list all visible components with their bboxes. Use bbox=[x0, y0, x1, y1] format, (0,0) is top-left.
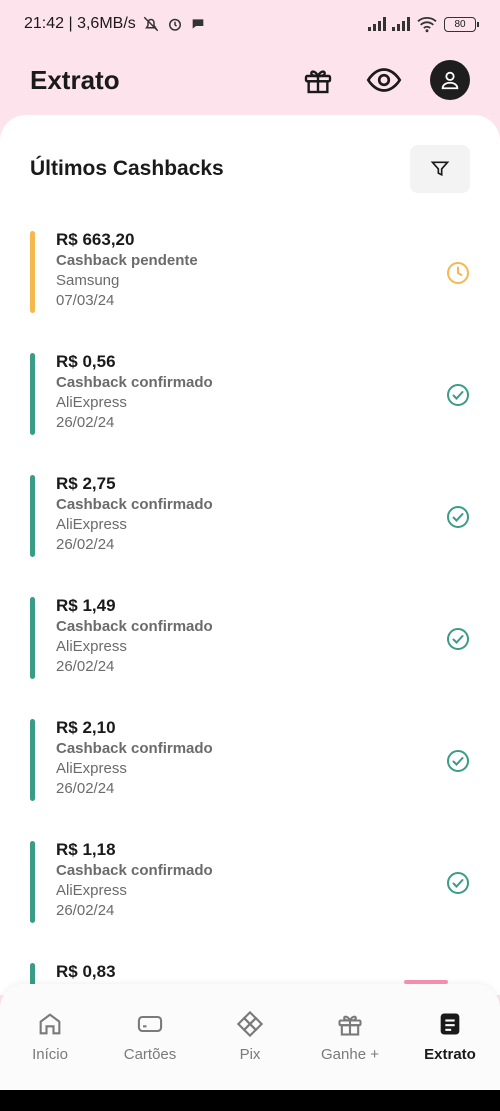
page-title: Extrato bbox=[30, 64, 120, 95]
cashback-date: 26/02/24 bbox=[56, 536, 115, 553]
check-circle-icon bbox=[447, 384, 469, 406]
cashback-store: AliExpress bbox=[56, 760, 127, 777]
signal-icon-2 bbox=[392, 17, 410, 31]
toggle-visibility-button[interactable] bbox=[364, 60, 404, 100]
status-bar-indicator bbox=[30, 841, 35, 923]
filter-icon bbox=[430, 161, 450, 177]
nav-label: Início bbox=[32, 1046, 68, 1063]
cashback-item[interactable]: R$ 1,49 Cashback confirmado AliExpress 26/0… bbox=[0, 591, 500, 713]
cashback-amount: R$ 2,75 bbox=[56, 474, 116, 493]
pix-icon bbox=[236, 1010, 264, 1038]
battery-level: 80 bbox=[454, 18, 466, 30]
nav-label: Extrato bbox=[424, 1046, 476, 1063]
nav-active-indicator bbox=[404, 980, 448, 984]
battery-icon: 80 bbox=[444, 16, 479, 32]
check-circle-icon bbox=[447, 872, 469, 894]
cashback-date: 07/03/24 bbox=[56, 292, 115, 309]
eye-icon bbox=[366, 68, 402, 92]
mute-icon bbox=[143, 16, 159, 32]
clock-icon bbox=[447, 262, 469, 284]
nav-label: Pix bbox=[239, 1046, 261, 1063]
wifi-icon bbox=[417, 17, 437, 33]
bottom-nav: Início Cartões Pix Ganhe + Extrato bbox=[0, 980, 500, 1090]
profile-button[interactable] bbox=[430, 60, 470, 100]
card-icon bbox=[137, 1015, 163, 1033]
alarm-icon bbox=[168, 18, 181, 31]
cashback-sheet: Últimos Cashbacks R$ 663,20 Cashback pend… bbox=[0, 115, 500, 995]
cashback-status: Cashback confirmado bbox=[56, 374, 213, 391]
cashback-date: 26/02/24 bbox=[56, 658, 115, 675]
check-circle-icon bbox=[447, 628, 469, 650]
status-bar-indicator bbox=[30, 597, 35, 679]
gift-icon bbox=[304, 70, 332, 94]
cashback-status: Cashback pendente bbox=[56, 252, 198, 269]
filter-button[interactable] bbox=[410, 145, 470, 193]
cashback-status: Cashback confirmado bbox=[56, 862, 213, 879]
nav-item-ganhe[interactable]: Ganhe + bbox=[305, 1010, 395, 1063]
system-nav-bar bbox=[0, 1090, 500, 1111]
status-bar-indicator bbox=[30, 475, 35, 557]
signal-icon bbox=[368, 17, 386, 31]
cashback-date: 26/02/24 bbox=[56, 780, 115, 797]
cashback-item[interactable]: R$ 663,20 Cashback pendente Samsung 07/03/2… bbox=[0, 225, 500, 347]
status-bar-indicator bbox=[30, 719, 35, 801]
cashback-store: AliExpress bbox=[56, 394, 127, 411]
nav-item-extrato[interactable]: Extrato bbox=[405, 1010, 495, 1063]
section-title: Últimos Cashbacks bbox=[30, 157, 224, 180]
home-icon bbox=[39, 1013, 61, 1035]
cashback-date: 26/02/24 bbox=[56, 414, 115, 431]
cashback-item[interactable]: R$ 2,10 Cashback confirmado AliExpress 26/0… bbox=[0, 713, 500, 835]
cashback-amount: R$ 0,83 bbox=[56, 962, 116, 981]
gift-icon bbox=[338, 1015, 362, 1036]
status-bar-indicator bbox=[30, 231, 35, 313]
check-circle-icon bbox=[447, 506, 469, 528]
statement-icon bbox=[440, 1013, 460, 1035]
cashback-status: Cashback confirmado bbox=[56, 618, 213, 635]
cashback-store: Samsung bbox=[56, 272, 120, 289]
cashback-status: Cashback confirmado bbox=[56, 496, 213, 513]
cashback-item[interactable]: R$ 1,18 Cashback confirmado AliExpress 26/0… bbox=[0, 835, 500, 957]
nav-item-cartoes[interactable]: Cartões bbox=[105, 1010, 195, 1063]
cashback-store: AliExpress bbox=[56, 638, 127, 655]
cashback-store: AliExpress bbox=[56, 882, 127, 899]
cashback-status: Cashback confirmado bbox=[56, 740, 213, 757]
nav-label: Ganhe + bbox=[321, 1046, 379, 1063]
nav-label: Cartões bbox=[123, 1046, 177, 1063]
check-circle-icon bbox=[447, 750, 469, 772]
cashback-amount: R$ 1,49 bbox=[56, 596, 116, 615]
cashback-amount: R$ 1,18 bbox=[56, 840, 116, 859]
gift-button[interactable] bbox=[298, 60, 338, 100]
app-header: Extrato bbox=[0, 48, 500, 112]
nav-item-pix[interactable]: Pix bbox=[205, 1010, 295, 1063]
cashback-amount: R$ 663,20 bbox=[56, 230, 135, 249]
cashback-item[interactable]: R$ 2,75 Cashback confirmado AliExpress 26/0… bbox=[0, 469, 500, 591]
cashback-list: R$ 663,20 Cashback pendente Samsung 07/03/2… bbox=[0, 225, 500, 995]
nav-item-inicio[interactable]: Início bbox=[5, 1010, 95, 1063]
status-bar: 21:42 | 3,6MB/s 80 bbox=[0, 0, 500, 48]
cashback-store: AliExpress bbox=[56, 516, 127, 533]
status-time-speed: 21:42 | 3,6MB/s bbox=[24, 15, 136, 32]
cashback-date: 26/02/24 bbox=[56, 902, 115, 919]
cashback-item[interactable]: R$ 0,56 Cashback confirmado AliExpress 26/0… bbox=[0, 347, 500, 469]
user-icon bbox=[441, 71, 459, 90]
cashback-amount: R$ 2,10 bbox=[56, 718, 116, 737]
cashback-amount: R$ 0,56 bbox=[56, 352, 116, 371]
status-bar-indicator bbox=[30, 353, 35, 435]
chat-icon bbox=[192, 19, 204, 29]
